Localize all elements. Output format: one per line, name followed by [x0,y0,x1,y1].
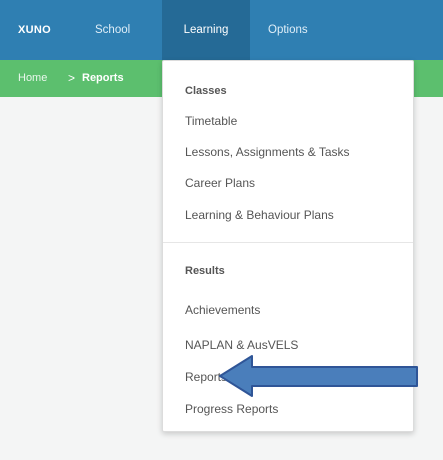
breadcrumb-current: Reports [82,72,124,84]
top-navbar: XUNO School Learning Options [0,0,443,60]
nav-item-school[interactable]: School [95,0,130,60]
menu-item-career-plans[interactable]: Career Plans [185,176,255,190]
breadcrumb-separator: > [68,71,76,85]
brand-logo[interactable]: XUNO [18,0,51,60]
nav-item-options[interactable]: Options [268,0,308,60]
learning-dropdown-menu: Classes Timetable Lessons, Assignments &… [162,60,414,432]
menu-item-timetable[interactable]: Timetable [185,114,237,128]
menu-item-naplan-ausvels[interactable]: NAPLAN & AusVELS [185,338,298,352]
menu-item-lessons-assignments-tasks[interactable]: Lessons, Assignments & Tasks [185,145,350,159]
section-header-results: Results [185,265,225,277]
menu-item-achievements[interactable]: Achievements [185,303,260,317]
menu-item-learning-behaviour-plans[interactable]: Learning & Behaviour Plans [185,208,334,222]
breadcrumb-home[interactable]: Home [18,60,47,97]
menu-item-reports[interactable]: Reports [185,370,227,384]
section-header-classes: Classes [185,85,227,97]
menu-item-progress-reports[interactable]: Progress Reports [185,402,278,416]
menu-divider [163,242,413,243]
nav-item-learning[interactable]: Learning [162,0,250,60]
